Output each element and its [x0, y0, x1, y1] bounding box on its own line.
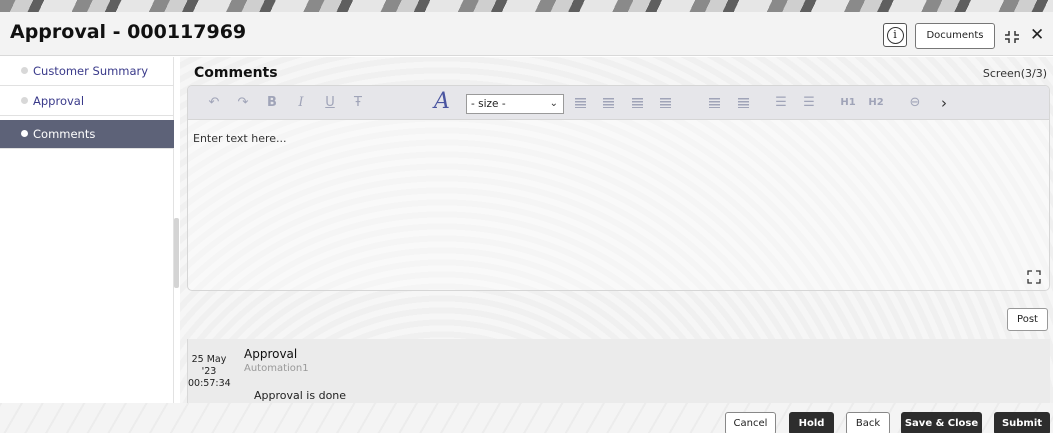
comment-title: Approval — [244, 347, 298, 361]
comment-time: 00:57:34 — [188, 378, 231, 389]
step-dot-icon — [21, 67, 28, 74]
save-close-button[interactable]: Save & Close — [901, 412, 982, 433]
undo-icon[interactable]: ↶ — [204, 95, 224, 111]
heading2-button[interactable]: H2 — [866, 95, 886, 111]
info-icon: i — [886, 26, 904, 44]
sidebar: Customer Summary Approval Comments — [0, 57, 174, 433]
align-right-icon[interactable] — [627, 95, 647, 111]
step-dot-icon — [21, 97, 28, 104]
underline-icon[interactable]: U — [320, 95, 340, 111]
comment-text: Approval is done — [254, 389, 347, 402]
footer-action-bar: Cancel Hold Back Save & Close Submit — [0, 403, 1053, 433]
editor-toolbar: ↶ ↷ B I U Ŧ A - size - ⌄ ☰ ☰ H1 H2 ⊖ › — [188, 86, 1049, 120]
numbered-list-icon[interactable]: ☰ — [799, 95, 819, 111]
comment-timestamp: 25 May '23 00:57:34 — [188, 354, 231, 390]
indent-icon[interactable] — [704, 95, 724, 111]
info-button[interactable]: i — [883, 23, 907, 47]
comments-panel: Comments Screen(3/3) ↶ ↷ B I U Ŧ A - siz… — [180, 57, 1053, 403]
align-center-icon[interactable] — [598, 95, 618, 111]
sidebar-scrollbar[interactable] — [174, 218, 179, 288]
sidebar-item-label: Approval — [33, 94, 85, 108]
sidebar-item-label: Customer Summary — [33, 64, 149, 78]
collapse-icon[interactable] — [1005, 30, 1019, 44]
comment-entry: 25 May '23 00:57:34 Approval Automation1… — [187, 339, 1050, 403]
documents-button[interactable]: Documents — [915, 23, 995, 49]
submit-button[interactable]: Submit — [994, 412, 1050, 433]
sidebar-item-approval[interactable]: Approval — [0, 87, 174, 116]
page-title: Approval - 000117969 — [10, 21, 247, 43]
sidebar-item-label: Comments — [33, 127, 96, 141]
screen-counter: Screen(3/3) — [982, 67, 1047, 80]
link-icon[interactable]: ⊖ — [905, 95, 925, 111]
chevron-right-icon[interactable]: › — [934, 95, 954, 111]
close-icon[interactable]: ✕ — [1030, 26, 1044, 44]
bold-icon[interactable]: B — [262, 95, 282, 111]
hold-button[interactable]: Hold — [789, 412, 834, 433]
bullet-list-icon[interactable]: ☰ — [771, 95, 791, 111]
decorative-banner — [0, 0, 1053, 12]
strikethrough-icon[interactable]: Ŧ — [348, 95, 368, 111]
expand-icon[interactable] — [1027, 270, 1041, 284]
cancel-button[interactable]: Cancel — [725, 412, 776, 433]
align-justify-icon[interactable] — [655, 95, 675, 111]
sidebar-item-comments[interactable]: Comments — [0, 120, 174, 149]
redo-icon[interactable]: ↷ — [233, 95, 253, 111]
font-color-icon[interactable]: A — [432, 91, 452, 113]
back-button[interactable]: Back — [846, 412, 890, 433]
comment-user: Automation1 — [244, 363, 309, 374]
font-size-select[interactable]: - size - ⌄ — [466, 94, 564, 114]
comment-year: '23 — [201, 366, 217, 377]
editor-input[interactable]: Enter text here... — [193, 132, 287, 145]
font-size-value: - size - — [471, 98, 506, 110]
section-title: Comments — [194, 65, 278, 81]
window-header: Approval - 000117969 i Documents ✕ — [0, 12, 1053, 56]
rich-text-editor: ↶ ↷ B I U Ŧ A - size - ⌄ ☰ ☰ H1 H2 ⊖ › E… — [187, 85, 1050, 291]
italic-icon[interactable]: I — [291, 95, 311, 111]
step-dot-icon — [21, 130, 28, 137]
post-button[interactable]: Post — [1007, 308, 1048, 331]
sidebar-item-customer-summary[interactable]: Customer Summary — [0, 57, 174, 86]
chevron-down-icon: ⌄ — [549, 98, 558, 109]
heading1-button[interactable]: H1 — [838, 95, 858, 111]
align-left-icon[interactable] — [570, 95, 590, 111]
comment-date: 25 May — [191, 354, 227, 365]
outdent-icon[interactable] — [733, 95, 753, 111]
